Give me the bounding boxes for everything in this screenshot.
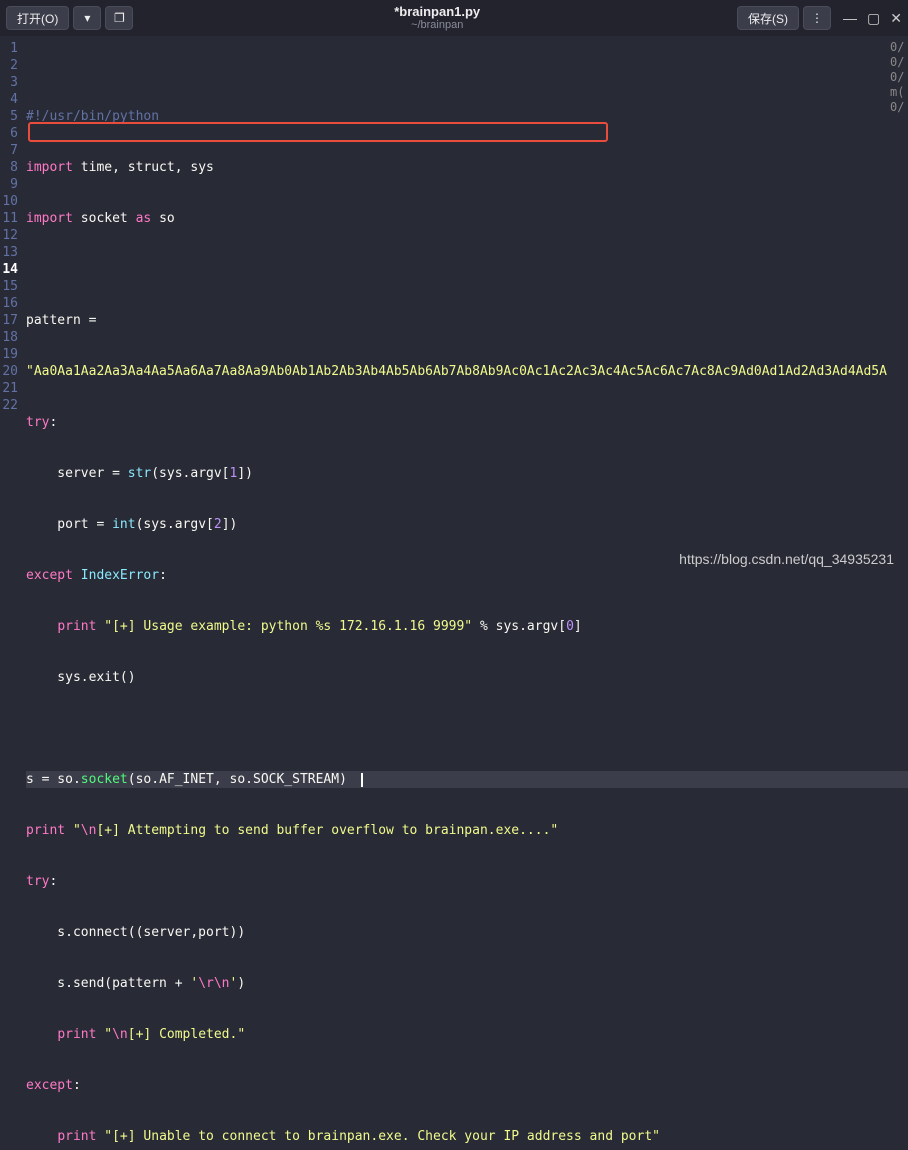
document-title: *brainpan1.py: [394, 4, 480, 20]
open-dropdown[interactable]: ▾: [73, 6, 101, 30]
current-line: s = so.socket(so.AF_INET, so.SOCK_STREAM…: [26, 771, 908, 788]
titlebar: 打开(O) ▾ ❐ *brainpan1.py ~/brainpan 保存(S)…: [0, 0, 908, 36]
maximize-icon[interactable]: ▢: [867, 10, 880, 27]
minimize-icon[interactable]: —: [843, 10, 857, 26]
highlight-box: [28, 122, 608, 142]
open-button[interactable]: 打开(O): [6, 6, 69, 30]
editor-area[interactable]: 123 456 789 101112 131415 161718 192021 …: [0, 36, 908, 575]
close-icon[interactable]: ✕: [890, 10, 902, 27]
text-cursor: [361, 773, 363, 787]
watermark: https://blog.csdn.net/qq_34935231: [679, 551, 894, 567]
line-number-gutter: 123 456 789 101112 131415 161718 192021 …: [0, 36, 24, 575]
save-button[interactable]: 保存(S): [737, 6, 799, 30]
window-controls: — ▢ ✕: [843, 10, 902, 27]
window-title-area: *brainpan1.py ~/brainpan: [137, 4, 737, 33]
pattern-highlighted: Aa0Aa1Aa2Aa3Aa4Aa5Aa6Aa7Aa8Aa9Ab0Ab1Ab2A…: [34, 364, 605, 379]
new-file-button[interactable]: ❐: [105, 6, 133, 30]
code-content[interactable]: #!/usr/bin/python import time, struct, s…: [24, 36, 908, 575]
menu-button[interactable]: ⋮: [803, 6, 831, 30]
shebang: #!/usr/bin/python: [26, 109, 159, 124]
document-path: ~/brainpan: [411, 19, 463, 32]
